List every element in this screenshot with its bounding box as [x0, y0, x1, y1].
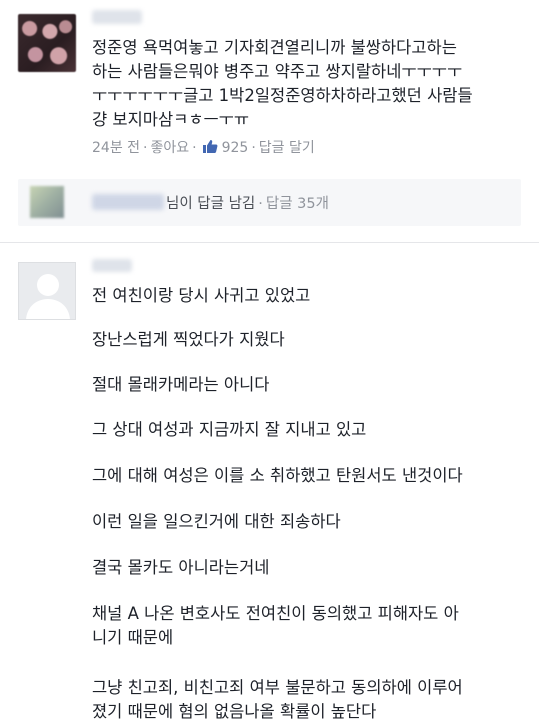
commenter-name-blurred[interactable] — [92, 259, 132, 272]
comment-meta: 24분 전 · 좋아요 · 925 · 답글 달기 — [92, 137, 315, 157]
meta-separator: · — [258, 196, 263, 212]
commenter-name-blurred[interactable] — [92, 10, 142, 24]
reply-summary-text[interactable]: 님이 답글 남김 · 답글 35개 — [166, 192, 329, 213]
comment-text-line: 걍 보지마삼ㅋㅎㅡㅜㅠ — [92, 110, 250, 129]
reply-link[interactable]: 답글 달기 — [259, 140, 315, 156]
comment-text-line: 절대 몰래카메라는 아니다 — [92, 375, 270, 394]
comment-1: 정준영 욕먹여놓고 기자회견열리니까 불쌍하다고하는 하는 사람들은뭐야 병주고… — [0, 0, 539, 240]
like-count[interactable]: 925 — [222, 140, 249, 156]
reply-action: 이 답글 남김 — [179, 196, 256, 212]
comment-text: 정준영 욕먹여놓고 기자회견열리니까 불쌍하다고하는 하는 사람들은뭐야 병주고… — [92, 36, 522, 132]
comment-text-line: 이런 일을 일으킨거에 대한 죄송하다 — [92, 512, 341, 531]
commenter-avatar[interactable] — [18, 14, 76, 72]
meta-separator: · — [192, 140, 197, 156]
reply-avatar-blurred — [30, 186, 64, 218]
comment-text-line: 장난스럽게 찍었다가 지웠다 — [92, 330, 285, 349]
reply-name-suffix: 님 — [166, 196, 180, 212]
comment-text-line: 정준영 욕먹여놓고 기자회견열리니까 불쌍하다고하는 — [92, 38, 457, 57]
comment-text-line: 그 상대 여성과 지금까지 잘 지내고 있고 — [92, 420, 367, 439]
reply-name-blurred — [92, 194, 164, 210]
comment-text-line: 결국 몰카도 아니라는거네 — [92, 558, 270, 577]
comment-text-line: ㅜㅜㅜㅜㅜㅜ글고 1박2일정준영하차하라고했던 사람들 — [92, 86, 473, 105]
comment-text-line: 채널 A 나온 변호사도 전여친이 동의했고 피해자도 아 — [92, 604, 459, 623]
comment-text-line: 전 여친이랑 당시 사귀고 있었고 — [92, 286, 311, 305]
comment-text-line: 그냥 친고죄, 비친고죄 여부 불문하고 동의하에 이루어 — [92, 678, 463, 697]
comment-time[interactable]: 24분 전 — [92, 140, 140, 156]
comment-text-line: 그에 대해 여성은 이를 소 취하했고 탄원서도 낸것이다 — [92, 466, 463, 485]
comment-text-line: 니기 때문에 — [92, 628, 174, 647]
default-avatar[interactable] — [18, 262, 76, 320]
comment-text-line: 하는 사람들은뭐야 병주고 약주고 쌍지랄하네ㅜㅜㅜㅜ — [92, 62, 463, 81]
meta-separator: · — [143, 140, 148, 156]
default-profile-icon — [19, 263, 75, 319]
comment-2: 전 여친이랑 당시 사귀고 있었고 장난스럽게 찍었다가 지웠다 절대 몰래카메… — [0, 243, 539, 728]
reply-summary-box[interactable]: 님이 답글 남김 · 답글 35개 — [18, 179, 521, 226]
comment-text-line: 졌기 때문에 혐의 없음나올 확률이 높단다 — [92, 702, 377, 721]
meta-separator: · — [251, 140, 256, 156]
reply-count: 답글 35개 — [265, 196, 329, 212]
like-thumb-icon — [202, 140, 218, 153]
like-link[interactable]: 좋아요 — [150, 140, 189, 156]
